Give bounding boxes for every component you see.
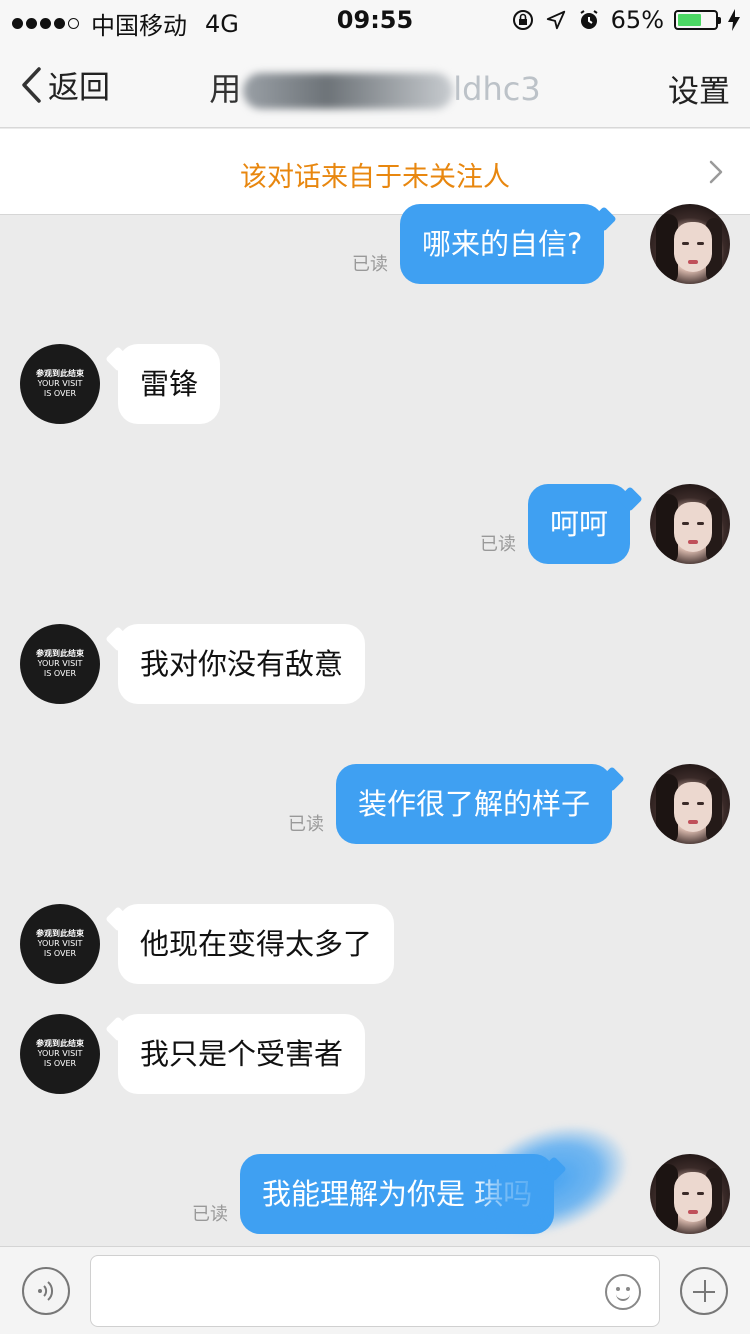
battery-level-fill bbox=[678, 14, 702, 26]
contact-avatar[interactable]: 参观到此结束 YOUR VISIT IS OVER bbox=[20, 624, 100, 704]
read-receipt: 已读 bbox=[480, 534, 516, 555]
avatar-text-line2: YOUR VISIT bbox=[37, 1049, 83, 1058]
status-right: 65% bbox=[511, 6, 740, 34]
conversation-title: 用 ldhc3 bbox=[0, 64, 750, 110]
avatar-text-line1: 参观到此结束 bbox=[36, 369, 84, 378]
read-receipt: 已读 bbox=[352, 254, 388, 275]
settings-button[interactable]: 设置 bbox=[668, 66, 730, 111]
avatar-text-line2: YOUR VISIT bbox=[37, 379, 83, 388]
chevron-right-icon bbox=[709, 160, 723, 184]
message-bubble-received[interactable]: 我只是个受害者 bbox=[118, 1014, 366, 1094]
my-avatar[interactable] bbox=[650, 1154, 730, 1234]
my-avatar[interactable] bbox=[650, 484, 730, 564]
alarm-icon bbox=[580, 10, 598, 29]
charging-bolt-icon bbox=[728, 9, 740, 31]
avatar-text-line2: YOUR VISIT bbox=[37, 939, 83, 948]
message-bubble-sent[interactable]: 装作很了解的样子 bbox=[336, 764, 613, 844]
read-receipt: 已读 bbox=[192, 1204, 228, 1225]
banner-text: 该对话来自于未关注人 bbox=[240, 162, 510, 193]
navigation-bar: 返回 用 ldhc3 设置 bbox=[0, 40, 750, 128]
battery-icon bbox=[674, 10, 721, 30]
avatar-text-line3: IS OVER bbox=[43, 949, 77, 958]
battery-percent: 65% bbox=[610, 6, 664, 34]
message-bubble-sent[interactable]: 哪来的自信? bbox=[400, 204, 605, 284]
orientation-lock-icon bbox=[512, 10, 533, 30]
my-avatar[interactable] bbox=[650, 204, 730, 284]
avatar-text-line1: 参观到此结束 bbox=[36, 1039, 84, 1048]
message-input[interactable] bbox=[90, 1255, 660, 1327]
emoji-button[interactable] bbox=[605, 1274, 641, 1310]
contact-avatar[interactable]: 参观到此结束 YOUR VISIT IS OVER bbox=[20, 344, 100, 424]
message-bubble-received[interactable]: 他现在变得太多了 bbox=[118, 904, 395, 984]
title-redaction bbox=[243, 73, 454, 109]
contact-avatar[interactable]: 参观到此结束 YOUR VISIT IS OVER bbox=[20, 1014, 100, 1094]
message-bubble-sent[interactable]: 呵呵 bbox=[528, 484, 631, 564]
read-receipt: 已读 bbox=[288, 814, 324, 835]
input-bar bbox=[0, 1246, 750, 1334]
avatar-text-line1: 参观到此结束 bbox=[36, 649, 84, 658]
message-bubble-received[interactable]: 雷锋 bbox=[118, 344, 221, 424]
avatar-text-line2: YOUR VISIT bbox=[37, 659, 83, 668]
message-bubble-received[interactable]: 我对你没有敌意 bbox=[118, 624, 366, 704]
voice-input-button[interactable] bbox=[22, 1267, 70, 1315]
redaction-scribble bbox=[457, 1105, 643, 1255]
avatar-text-line3: IS OVER bbox=[43, 669, 77, 678]
avatar-text-line1: 参观到此结束 bbox=[36, 929, 84, 938]
location-arrow-icon bbox=[546, 10, 565, 30]
title-prefix: 用 bbox=[209, 70, 242, 108]
voice-wave-icon bbox=[38, 1281, 54, 1301]
contact-avatar[interactable]: 参观到此结束 YOUR VISIT IS OVER bbox=[20, 904, 100, 984]
my-avatar[interactable] bbox=[650, 764, 730, 844]
stranger-notice-banner[interactable]: 该对话来自于未关注人 bbox=[0, 129, 750, 215]
more-options-button[interactable] bbox=[680, 1267, 728, 1315]
avatar-text-line3: IS OVER bbox=[43, 389, 77, 398]
title-suffix: ldhc3 bbox=[453, 70, 541, 108]
avatar-text-line3: IS OVER bbox=[43, 1059, 77, 1068]
status-bar: 中国移动 4G 09:55 65% bbox=[0, 0, 750, 40]
